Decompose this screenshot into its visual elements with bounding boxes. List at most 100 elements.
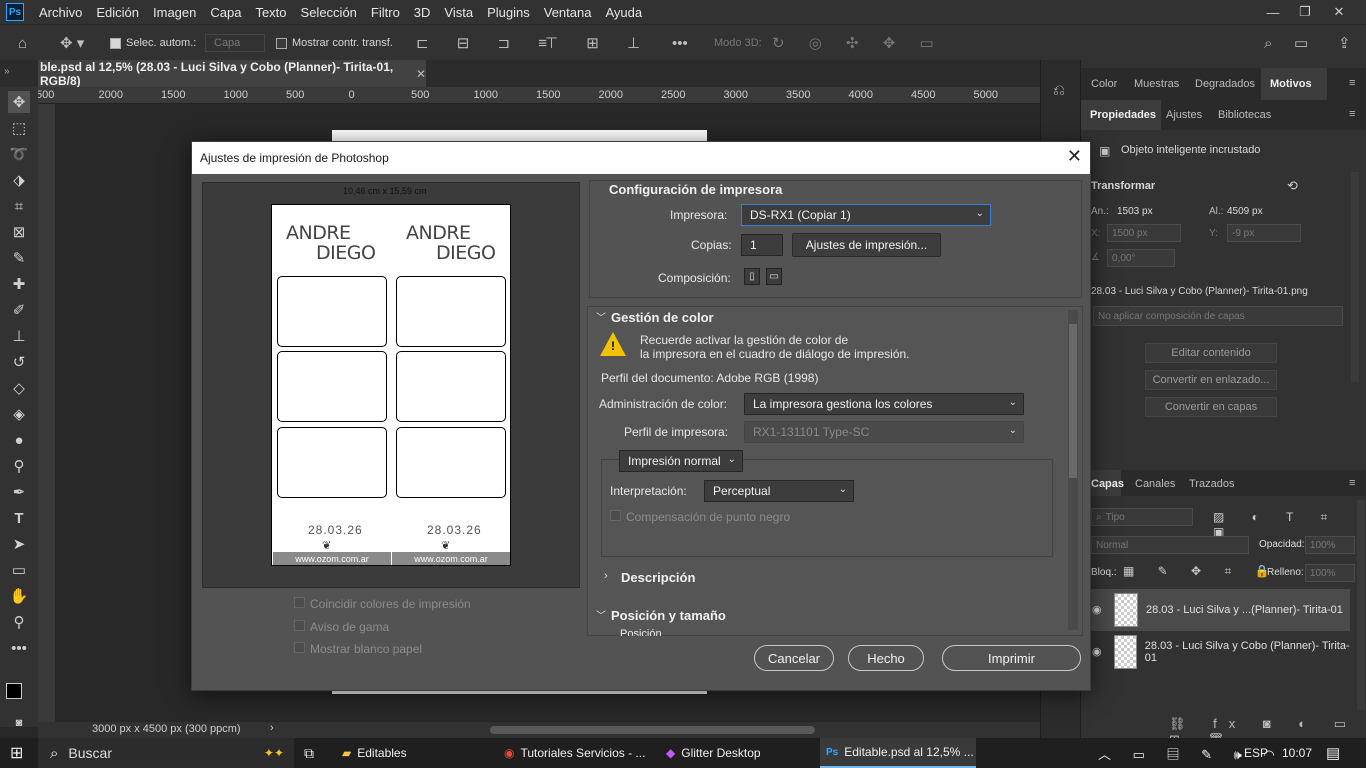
blend-mode-select[interactable]: Normal [1091,536,1249,554]
printer-profile-select[interactable]: RX1-131101 Type-SC ⌄ [744,421,1024,443]
close-icon[interactable]: ✕ [1322,0,1356,24]
lock-icons[interactable]: ▦ ✎ ✥ ⌗ 🔒 [1123,564,1279,579]
frame-tool-icon[interactable]: ⊠ [8,221,30,243]
match-colors-checkbox[interactable]: Coincidir colores de impresión [294,597,471,611]
properties-scrollbar[interactable] [1351,172,1359,382]
history-brush-tool-icon[interactable]: ↺ [8,351,30,373]
taskbar-item-chrome[interactable]: ◉ Tutoriales Servicios - ... [498,738,654,768]
layer-comp-select[interactable]: No aplicar composición de capas [1093,306,1343,326]
width-value[interactable]: 1503 px [1117,206,1153,217]
cancel-button[interactable]: Cancelar [754,645,834,671]
menu-edicion[interactable]: Edición [89,5,146,20]
settings-scrollbar[interactable] [1068,310,1078,630]
rectangle-tool-icon[interactable]: ▭ [8,559,30,581]
task-view-icon[interactable]: ⧉ [304,738,314,768]
type-tool-icon[interactable]: T [8,507,30,529]
quick-select-tool-icon[interactable]: ⬗ [8,169,30,191]
stamp-tool-icon[interactable]: ⊥ [8,325,30,347]
notifications-icon[interactable]: ▤ [1326,738,1340,768]
x-field[interactable]: 1500 px [1107,224,1181,242]
panel-menu-icon[interactable]: ≡ [1349,77,1355,89]
language-indicator[interactable]: ESP [1244,738,1268,768]
position-size-title[interactable]: Posición y tamaño [611,608,726,623]
foreground-color-swatch[interactable] [6,683,22,699]
convert-linked-button[interactable]: Convertir en enlazado... [1145,370,1277,390]
height-value[interactable]: 4509 px [1227,206,1263,217]
brush-tool-icon[interactable]: ✐ [8,299,30,321]
tab-swatches[interactable]: Muestras [1134,78,1179,90]
tab-libraries[interactable]: Bibliotecas [1218,109,1271,121]
opacity-field[interactable]: 100% [1305,536,1355,554]
tab-paths[interactable]: Trazados [1189,478,1234,490]
search-icon[interactable]: ⌕ [1264,25,1272,61]
visibility-eye-icon[interactable]: ◉ [1092,603,1102,616]
convert-layers-button[interactable]: Convertir en capas [1145,397,1277,417]
close-icon[interactable]: ✕ [1067,146,1082,167]
taskbar-search[interactable]: ⌕ Buscar ✦✦ [38,738,294,768]
print-settings-button[interactable]: Ajustes de impresión... [792,233,941,257]
clock[interactable]: 10:07 [1282,738,1312,768]
visibility-eye-icon[interactable]: ◉ [1092,645,1102,658]
layer-filter-select[interactable]: ⌕ Tipo [1091,508,1193,526]
align-icons[interactable]: ⊏ ⊟ ⊐ ≡ [416,25,559,61]
lasso-tool-icon[interactable]: ➰ [8,143,30,165]
tab-adjustments[interactable]: Ajustes [1166,109,1202,121]
color-handling-select[interactable]: La impresora gestiona los colores ⌄ [744,393,1024,415]
tab-properties[interactable]: Propiedades [1090,109,1156,121]
normal-print-select[interactable]: Impresión normal ⌄ [619,450,743,472]
menu-plugins[interactable]: Plugins [480,5,537,20]
distribute-icons[interactable]: ⊤ ⊞ ⊥ [545,25,652,61]
tab-color[interactable]: Color [1091,78,1117,90]
tab-gradients[interactable]: Degradados [1195,78,1255,90]
scrollbar-thumb[interactable] [1069,324,1077,478]
workspace-icon[interactable]: ▭ [1294,25,1308,61]
auto-select-target[interactable]: Capa [205,25,266,61]
status-arrow-icon[interactable]: › [270,722,274,734]
more-tools-icon[interactable]: ••• [8,637,30,659]
collapse-chevron-icon[interactable]: ﹀ [596,607,606,622]
printer-select[interactable]: DS-RX1 (Copiar 1) ⌄ [741,204,991,226]
angle-field[interactable]: 0,00° [1107,249,1175,267]
share-icon[interactable]: ⇪ [1338,25,1351,61]
auto-select-checkbox[interactable]: Selec. autom.: [110,25,196,61]
eraser-tool-icon[interactable]: ◇ [8,377,30,399]
healing-tool-icon[interactable]: ✚ [8,273,30,295]
pen-tool-icon[interactable]: ✒ [8,481,30,503]
collapse-chevron-icon[interactable]: ﹀ [596,309,606,324]
minimize-icon[interactable]: — [1256,0,1290,24]
menu-ventana[interactable]: Ventana [537,5,599,20]
description-title[interactable]: Descripción [621,570,695,585]
fill-field[interactable]: 100% [1305,564,1355,582]
paint-bucket-tool-icon[interactable]: ◈ [8,403,30,425]
dodge-tool-icon[interactable]: ⚲ [8,455,30,477]
eyedropper-tool-icon[interactable]: ✎ [8,247,30,269]
blur-tool-icon[interactable]: ● [8,429,30,451]
taskbar-item-photoshop[interactable]: Ps Editable.psd al 12,5% ... [820,738,976,768]
layer-row-selected[interactable]: ◉ 28.03 - Luci Silva y ...(Planner)- Tir… [1088,589,1350,631]
show-transform-checkbox[interactable]: Mostrar contr. transf. [276,25,393,61]
edit-content-button[interactable]: Editar contenido [1145,343,1277,363]
history-panel-icon[interactable]: ⎌ [1053,82,1065,99]
more-options-icon[interactable]: ••• [672,25,688,61]
menu-archivo[interactable]: Archivo [32,5,89,20]
document-tab[interactable]: ble.psd al 12,5% (28.03 - Luci Silva y C… [38,60,426,88]
tab-patterns[interactable]: Motivos [1270,78,1312,90]
layer-filter-icons[interactable]: ▨ ◐ T ⌗ ▣ [1213,510,1366,539]
rendering-intent-select[interactable]: Perceptual ⌄ [704,480,854,502]
menu-texto[interactable]: Texto [248,5,293,20]
print-button[interactable]: Imprimir [942,645,1081,671]
horizontal-scrollbar[interactable] [490,726,815,734]
tab-layers[interactable]: Capas [1091,478,1124,490]
copies-input[interactable]: 1 [741,234,783,256]
landscape-layout-icon[interactable]: ▭ [766,268,782,285]
done-button[interactable]: Hecho [848,645,924,671]
layer-row[interactable]: ◉ 28.03 - Luci Silva y Cobo (Planner)- T… [1088,631,1350,673]
marquee-tool-icon[interactable]: ⬚ [8,117,30,139]
portrait-layout-icon[interactable]: ▯ [744,268,760,285]
black-point-checkbox[interactable]: Compensación de punto negro [610,510,790,524]
y-field[interactable]: -9 px [1227,224,1301,242]
reset-transform-icon[interactable]: ⟲ [1287,178,1298,194]
menu-filtro[interactable]: Filtro [364,5,407,20]
quick-mask-icon[interactable]: ◙ [8,712,30,734]
move-tool-icon[interactable]: ✥ ▾ [60,25,84,61]
